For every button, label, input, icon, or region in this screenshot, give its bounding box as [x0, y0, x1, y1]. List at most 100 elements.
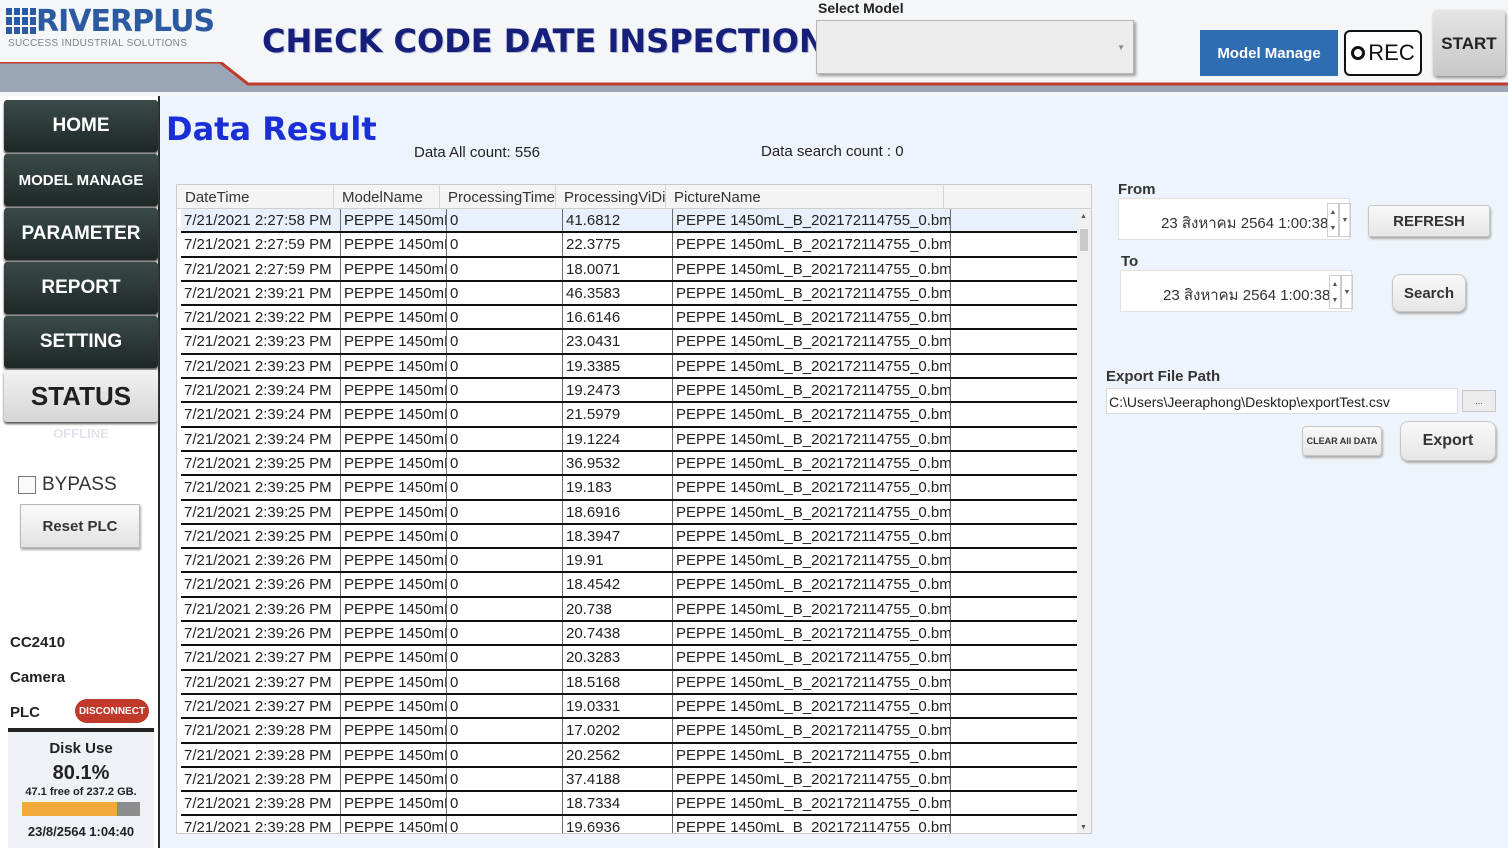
export-button[interactable]: Export: [1400, 421, 1496, 461]
table-row[interactable]: 7/21/2021 2:39:26 PM PEPPE 1450mL 0 20.738 P…: [181, 597, 1077, 623]
bypass-checkbox[interactable]: BYPASS: [18, 474, 117, 496]
table-row[interactable]: 7/21/2021 2:39:24 PM PEPPE 1450mL 0 19.2473…: [181, 379, 1077, 404]
to-dropdown-icon[interactable]: ▼: [1341, 275, 1353, 309]
table-row[interactable]: 7/21/2021 2:39:28 PM PEPPE 1450mL 0 20.2562…: [181, 743, 1077, 768]
nav-model-manage[interactable]: MODEL MANAGE: [4, 154, 158, 206]
table-row[interactable]: 7/21/2021 2:27:58 PM PEPPE 1450mL 0 41.6812…: [181, 209, 1077, 234]
column-header-picturename[interactable]: PictureName: [666, 185, 944, 208]
sidebar: HOME MODEL MANAGE PARAMETER REPORT SETTI…: [0, 96, 160, 848]
table-row[interactable]: 7/21/2021 2:39:28 PM PEPPE 1450mL 0 17.0202…: [181, 719, 1077, 744]
from-spin-icon[interactable]: ▲ ▼: [1327, 203, 1339, 237]
grid-scrollbar[interactable]: ▲ ▼: [1077, 209, 1091, 833]
page-title: Data Result: [166, 110, 377, 148]
table-row[interactable]: 7/21/2021 2:39:25 PM PEPPE 1450mL 0 18.3947…: [181, 524, 1077, 550]
table-row[interactable]: 7/21/2021 2:39:28 PM PEPPE 1450mL 0 19.6936…: [181, 816, 1077, 833]
from-date-picker[interactable]: 23 สิงหาคม 2564 1:00:38 ▲ ▼ ▼: [1118, 198, 1351, 240]
reset-plc-button[interactable]: Reset PLC: [20, 504, 140, 548]
cell-processingvidi: 19.2473: [563, 379, 673, 402]
column-header-processingtime[interactable]: ProcessingTime: [440, 185, 556, 208]
nav-report[interactable]: REPORT: [4, 262, 158, 314]
data-search-count: Data search count : 0: [761, 143, 904, 160]
to-date-picker[interactable]: 23 สิงหาคม 2564 1:00:38 ▲ ▼ ▼: [1120, 270, 1353, 312]
data-result-grid[interactable]: DateTime ModelName ProcessingTime Proces…: [176, 184, 1092, 834]
table-row[interactable]: 7/21/2021 2:39:28 PM PEPPE 1450mL 0 18.7334…: [181, 792, 1077, 817]
cell-processingtime: 0: [447, 330, 563, 353]
cell-datetime: 7/21/2021 2:39:25 PM: [181, 500, 341, 523]
cell-processingvidi: 36.9532: [563, 451, 673, 475]
cell-picturename: PEPPE 1450mL_B_202172114755_0.bmp: [673, 646, 951, 669]
table-row[interactable]: 7/21/2021 2:39:24 PM PEPPE 1450mL 0 21.5979…: [181, 403, 1077, 428]
cell-processingtime: 0: [447, 573, 563, 596]
table-row[interactable]: 7/21/2021 2:39:27 PM PEPPE 1450mL 0 18.5168…: [181, 670, 1077, 695]
cell-modelname: PEPPE 1450mL: [341, 694, 447, 718]
table-row[interactable]: 7/21/2021 2:39:23 PM PEPPE 1450mL 0 23.0431…: [181, 330, 1077, 355]
model-manage-button[interactable]: Model Manage: [1200, 30, 1338, 76]
cell-datetime: 7/21/2021 2:39:27 PM: [181, 694, 341, 718]
cell-picturename: PEPPE 1450mL_B_202172114755_0.bmp: [673, 257, 951, 280]
table-row[interactable]: 7/21/2021 2:39:27 PM PEPPE 1450mL 0 19.0331…: [181, 694, 1077, 720]
table-row[interactable]: 7/21/2021 2:39:22 PM PEPPE 1450mL 0 16.6146…: [181, 306, 1077, 331]
export-path-input[interactable]: C:\Users\Jeeraphong\Desktop\exportTest.c…: [1106, 388, 1458, 414]
table-row[interactable]: 7/21/2021 2:39:23 PM PEPPE 1450mL 0 19.3385…: [181, 354, 1077, 380]
table-row[interactable]: 7/21/2021 2:27:59 PM PEPPE 1450mL 0 22.3775…: [181, 233, 1077, 258]
cell-datetime: 7/21/2021 2:27:59 PM: [181, 257, 341, 280]
cell-modelname: PEPPE 1450mL: [341, 573, 447, 596]
cell-processingvidi: 17.0202: [563, 719, 673, 742]
scrollbar-thumb[interactable]: [1080, 229, 1088, 251]
search-button[interactable]: Search: [1392, 274, 1466, 312]
nav-status[interactable]: STATUS: [4, 370, 158, 422]
cell-processingvidi: 18.6916: [563, 500, 673, 523]
table-row[interactable]: 7/21/2021 2:27:59 PM PEPPE 1450mL 0 18.0071…: [181, 257, 1077, 282]
table-row[interactable]: 7/21/2021 2:39:28 PM PEPPE 1450mL 0 37.4188…: [181, 767, 1077, 793]
bypass-label: BYPASS: [42, 474, 117, 495]
table-row[interactable]: 7/21/2021 2:39:26 PM PEPPE 1450mL 0 19.91 PE…: [181, 549, 1077, 574]
scroll-down-icon[interactable]: ▼: [1080, 824, 1087, 831]
scroll-up-icon[interactable]: ▲: [1080, 213, 1087, 220]
cell-datetime: 7/21/2021 2:39:28 PM: [181, 792, 341, 815]
column-header-modelname[interactable]: ModelName: [334, 185, 440, 208]
table-row[interactable]: 7/21/2021 2:39:26 PM PEPPE 1450mL 0 20.7438…: [181, 622, 1077, 647]
table-row[interactable]: 7/21/2021 2:39:25 PM PEPPE 1450mL 0 36.9532…: [181, 451, 1077, 477]
table-row[interactable]: 7/21/2021 2:39:27 PM PEPPE 1450mL 0 20.3283…: [181, 646, 1077, 671]
cell-datetime: 7/21/2021 2:39:26 PM: [181, 573, 341, 596]
cell-processingtime: 0: [447, 816, 563, 833]
cell-modelname: PEPPE 1450mL: [341, 597, 447, 621]
cell-processingvidi: 18.7334: [563, 792, 673, 815]
cell-modelname: PEPPE 1450mL: [341, 622, 447, 645]
cell-processingvidi: 18.5168: [563, 670, 673, 693]
cell-datetime: 7/21/2021 2:39:28 PM: [181, 816, 341, 833]
browse-button[interactable]: ...: [1462, 390, 1496, 412]
column-header-processingvidi[interactable]: ProcessingViDi: [556, 185, 666, 208]
to-spin-icon[interactable]: ▲ ▼: [1329, 275, 1341, 309]
refresh-button[interactable]: REFRESH: [1368, 205, 1490, 237]
record-icon: [1351, 46, 1366, 60]
cell-picturename: PEPPE 1450mL_B_202172114755_0.bmp: [673, 233, 951, 256]
cell-datetime: 7/21/2021 2:27:58 PM: [181, 209, 341, 232]
clear-all-data-button[interactable]: CLEAR All DATA: [1302, 426, 1382, 456]
cell-picturename: PEPPE 1450mL_B_202172114755_0.bmp: [673, 622, 951, 645]
rec-button[interactable]: REC: [1344, 30, 1422, 76]
column-header-datetime[interactable]: DateTime: [177, 185, 334, 208]
table-row[interactable]: 7/21/2021 2:39:21 PM PEPPE 1450mL 0 46.3583…: [181, 281, 1077, 307]
table-row[interactable]: 7/21/2021 2:39:25 PM PEPPE 1450mL 0 18.6916…: [181, 500, 1077, 525]
select-model-dropdown[interactable]: ▼: [816, 20, 1134, 74]
nav-parameter[interactable]: PARAMETER: [4, 208, 158, 260]
table-row[interactable]: 7/21/2021 2:39:24 PM PEPPE 1450mL 0 19.1224…: [181, 427, 1077, 452]
cell-picturename: PEPPE 1450mL_B_202172114755_0.bmp: [673, 403, 951, 426]
nav-setting[interactable]: SETTING: [4, 316, 158, 368]
table-row[interactable]: 7/21/2021 2:39:26 PM PEPPE 1450mL 0 18.4542…: [181, 573, 1077, 598]
from-dropdown-icon[interactable]: ▼: [1339, 203, 1351, 237]
cell-modelname: PEPPE 1450mL: [341, 379, 447, 402]
device-camera-label: Camera: [10, 669, 66, 686]
cell-processingvidi: 20.738: [563, 597, 673, 621]
disk-use-title: Disk Use: [49, 740, 113, 757]
cell-modelname: PEPPE 1450mL: [341, 719, 447, 742]
cell-modelname: PEPPE 1450mL: [341, 354, 447, 378]
app-header: RIVERPLUS SUCCESS INDUSTRIAL SOLUTIONS C…: [0, 0, 1508, 96]
cell-picturename: PEPPE 1450mL_B_202172114755_0.bmp: [673, 354, 951, 378]
nav-home[interactable]: HOME: [4, 100, 158, 152]
cell-processingvidi: 20.3283: [563, 646, 673, 669]
table-row[interactable]: 7/21/2021 2:39:25 PM PEPPE 1450mL 0 19.183 P…: [181, 476, 1077, 501]
cell-processingtime: 0: [447, 646, 563, 669]
start-button[interactable]: START: [1433, 10, 1505, 76]
